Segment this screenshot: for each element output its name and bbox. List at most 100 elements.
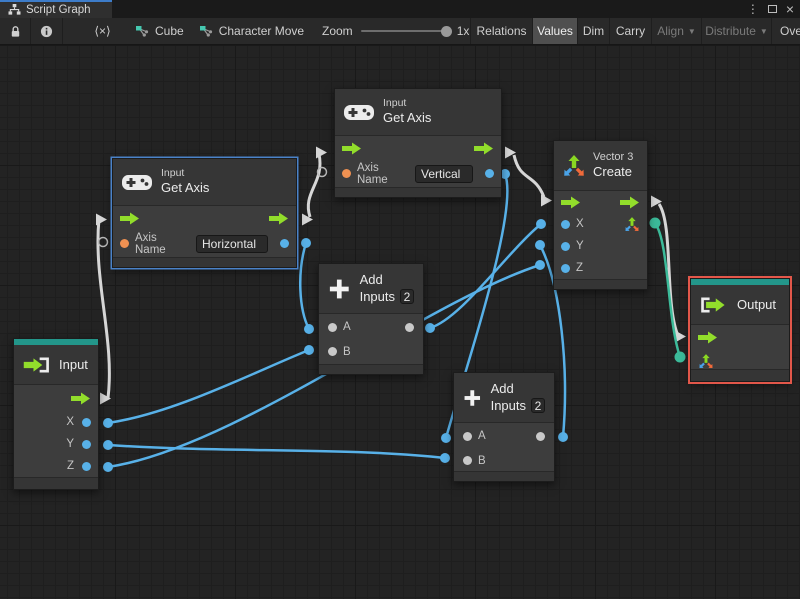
node-get-axis-vertical[interactable]: Input Get Axis Axis Name [334,88,502,198]
vector3-out-port[interactable] [624,216,640,232]
flow-out-port[interactable] [269,212,289,225]
node-title: Get Axis [161,180,210,196]
tab-bar: Script Graph ⋮ × [0,0,800,18]
vector3-icon [564,154,584,176]
chevron-down-icon: ▼ [759,26,768,36]
node-title: Create [593,164,633,180]
vector3-in-port[interactable] [698,353,714,369]
node-category: Input [383,97,407,110]
plus-icon [329,279,349,298]
zoom-slider[interactable] [360,25,452,37]
node-input-event[interactable]: Input X Y Z [13,338,99,490]
breadcrumb-character-move[interactable]: Character Move [199,24,304,38]
hierarchy-icon [8,4,21,15]
unity-script-graph-window: Script Graph ⋮ × ⟨×⟩ Cube Character Move… [0,0,800,599]
axis-name-label: Axis Name [357,161,388,186]
z-out-port[interactable] [82,461,91,471]
code-preview-button[interactable]: ⟨×⟩ [62,18,142,44]
input-event-icon [23,357,49,372]
port-label: Y [66,438,74,450]
port-label: Y [576,240,584,252]
port-label: B [343,345,351,358]
lock-button[interactable] [0,18,30,44]
gamepad-icon [122,174,152,190]
info-icon [40,25,53,37]
port-label: Z [66,460,74,472]
port-label: B [478,454,486,467]
node-category: Vector 3 [593,150,634,163]
plus-icon [464,389,481,406]
breadcrumb-cube[interactable]: Cube [136,24,184,38]
z-port[interactable] [561,263,570,273]
input-b-port[interactable] [463,456,472,465]
relations-button[interactable]: Relations [470,18,532,44]
align-dropdown[interactable]: Align ▼ [651,18,701,44]
y-port[interactable] [561,241,570,251]
node-get-axis-horizontal[interactable]: Input Get Axis Axis Name [112,158,297,268]
lock-icon [11,25,19,37]
port-label: X [66,416,74,428]
axis-name-field[interactable] [196,234,268,253]
graph-toolbar: ⟨×⟩ Cube Character Move Zoom 1x Relation… [0,18,800,45]
chevron-down-icon: ▼ [687,26,696,36]
string-port[interactable] [120,239,129,248]
axis-name-label: Axis Name [135,231,166,256]
float-out-port[interactable] [280,239,289,248]
axis-name-field[interactable] [415,164,473,183]
tab-title: Script Graph [26,4,91,16]
values-button[interactable]: Values [532,18,577,44]
node-vector3-create[interactable]: Vector 3 Create X Y Z [553,140,648,290]
input-a-port[interactable] [328,322,337,332]
x-port[interactable] [561,219,570,229]
sum-out-port[interactable] [405,322,414,332]
carry-button[interactable]: Carry [609,18,651,44]
zoom-control: Zoom 1x [322,18,469,44]
graph-node-icon [199,26,212,37]
node-output[interactable]: Output [690,278,790,382]
overview-button[interactable]: Overview [771,18,800,44]
sum-out-port[interactable] [536,431,545,441]
flow-out-port[interactable] [620,196,640,209]
inputs-label: Inputs [490,397,526,413]
inputs-label: Inputs [359,288,395,304]
zoom-value: 1x [456,24,470,38]
flow-out-port[interactable] [71,392,91,405]
distribute-dropdown[interactable]: Distribute ▼ [701,18,771,44]
node-title: Output [737,297,777,312]
port-label: A [343,321,351,333]
zoom-slider-handle[interactable] [440,25,452,37]
info-button[interactable] [30,18,62,44]
float-out-port[interactable] [485,169,494,178]
node-title: Add [359,272,383,288]
menu-icon[interactable]: ⋮ [747,0,759,18]
flow-in-port[interactable] [698,331,718,344]
flow-in-port[interactable] [342,142,362,155]
port-label: X [576,218,584,230]
input-b-port[interactable] [328,347,337,356]
node-add-2[interactable]: Add Inputs A B [453,372,555,482]
tab-script-graph[interactable]: Script Graph [0,0,112,18]
node-category: Input [161,167,185,180]
string-port[interactable] [342,169,351,178]
flow-out-port[interactable] [474,142,494,155]
output-icon [701,297,725,312]
port-label: A [478,430,486,442]
y-out-port[interactable] [82,439,91,449]
port-label: Z [576,262,584,274]
flow-in-port[interactable] [120,212,140,225]
inputs-count-field[interactable] [531,398,545,414]
inputs-count-field[interactable] [400,289,414,305]
close-icon[interactable]: × [786,0,794,18]
gamepad-icon [344,104,374,120]
breadcrumb: Cube Character Move [136,18,304,44]
node-add-1[interactable]: Add Inputs A B [318,263,424,375]
x-out-port[interactable] [82,417,91,427]
node-title: Input [59,357,88,372]
maximize-icon[interactable] [767,5,777,13]
node-title: Add [490,381,514,397]
node-title: Get Axis [383,110,432,126]
flow-in-port[interactable] [561,196,581,209]
zoom-label: Zoom [322,24,353,38]
input-a-port[interactable] [463,431,472,441]
dim-button[interactable]: Dim [577,18,609,44]
